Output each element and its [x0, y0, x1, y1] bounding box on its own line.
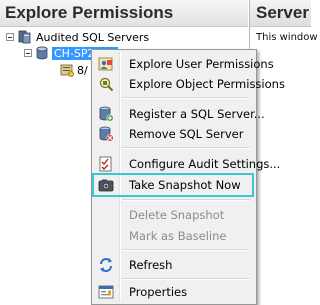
remove-server-icon	[99, 126, 114, 142]
tree-node-snapshot[interactable]: 8/	[60, 62, 88, 78]
menu-separator	[122, 97, 250, 99]
menu-separator	[122, 278, 250, 280]
properties-icon	[98, 285, 114, 299]
collapse-icon[interactable]	[6, 33, 14, 41]
menu-item-mark-baseline[interactable]: Mark as Baseline	[94, 226, 252, 246]
menu-item-delete-snapshot[interactable]: Delete Snapshot	[94, 205, 252, 225]
tree-label-snapshot: 8/	[77, 63, 88, 77]
menu-item-configure-audit-settings[interactable]: Configure Audit Settings...	[94, 154, 280, 174]
menu-item-label: Remove SQL Server	[129, 127, 244, 141]
server-panel-title: Server	[256, 3, 309, 22]
context-menu: Explore User Permissions Explore Object …	[91, 49, 285, 305]
menu-item-label: Take Snapshot Now	[129, 178, 241, 192]
server-panel-header: Server	[250, 0, 311, 27]
menu-item-refresh[interactable]: Refresh	[94, 255, 252, 275]
menu-item-remove-server[interactable]: Remove SQL Server	[94, 124, 252, 144]
server-panel-description: This window	[256, 32, 318, 43]
camera-icon	[98, 179, 114, 192]
menu-separator	[122, 147, 250, 149]
menu-item-label: Properties	[129, 285, 188, 299]
server-panel: Server This window	[249, 0, 318, 305]
menu-item-label: Mark as Baseline	[129, 229, 227, 243]
menu-item-explore-object-permissions[interactable]: Explore Object Permissions	[94, 74, 285, 94]
menu-separator	[122, 199, 250, 201]
menu-item-label: Refresh	[129, 258, 173, 272]
menu-item-take-snapshot[interactable]: Take Snapshot Now	[92, 173, 254, 197]
collapse-icon[interactable]	[24, 49, 32, 57]
refresh-icon	[100, 258, 112, 272]
panel-title: Explore Permissions	[5, 3, 174, 22]
snapshot-icon	[60, 64, 74, 77]
audit-settings-icon	[99, 156, 112, 172]
menu-item-label: Register a SQL Server...	[129, 107, 265, 121]
menu-item-label: Explore Object Permissions	[129, 77, 285, 91]
tree-label-audited-servers: Audited SQL Servers	[36, 30, 150, 44]
user-permissions-icon	[98, 57, 113, 71]
menu-item-register-server[interactable]: Register a SQL Server...	[94, 104, 265, 124]
menu-item-label: Delete Snapshot	[129, 208, 225, 222]
menu-item-properties[interactable]: Properties	[94, 282, 252, 302]
server-group-icon	[18, 30, 31, 44]
tree-node-audited-servers[interactable]: Audited SQL Servers	[6, 29, 149, 45]
menu-item-label: Configure Audit Settings...	[129, 157, 281, 171]
menu-item-label: Explore User Permissions	[129, 57, 274, 71]
database-icon	[36, 46, 48, 60]
register-server-icon	[99, 106, 114, 122]
panel-header: Explore Permissions	[0, 0, 248, 27]
object-permissions-icon	[99, 77, 114, 92]
menu-separator	[122, 249, 250, 251]
menu-item-explore-user-permissions[interactable]: Explore User Permissions	[94, 54, 274, 74]
